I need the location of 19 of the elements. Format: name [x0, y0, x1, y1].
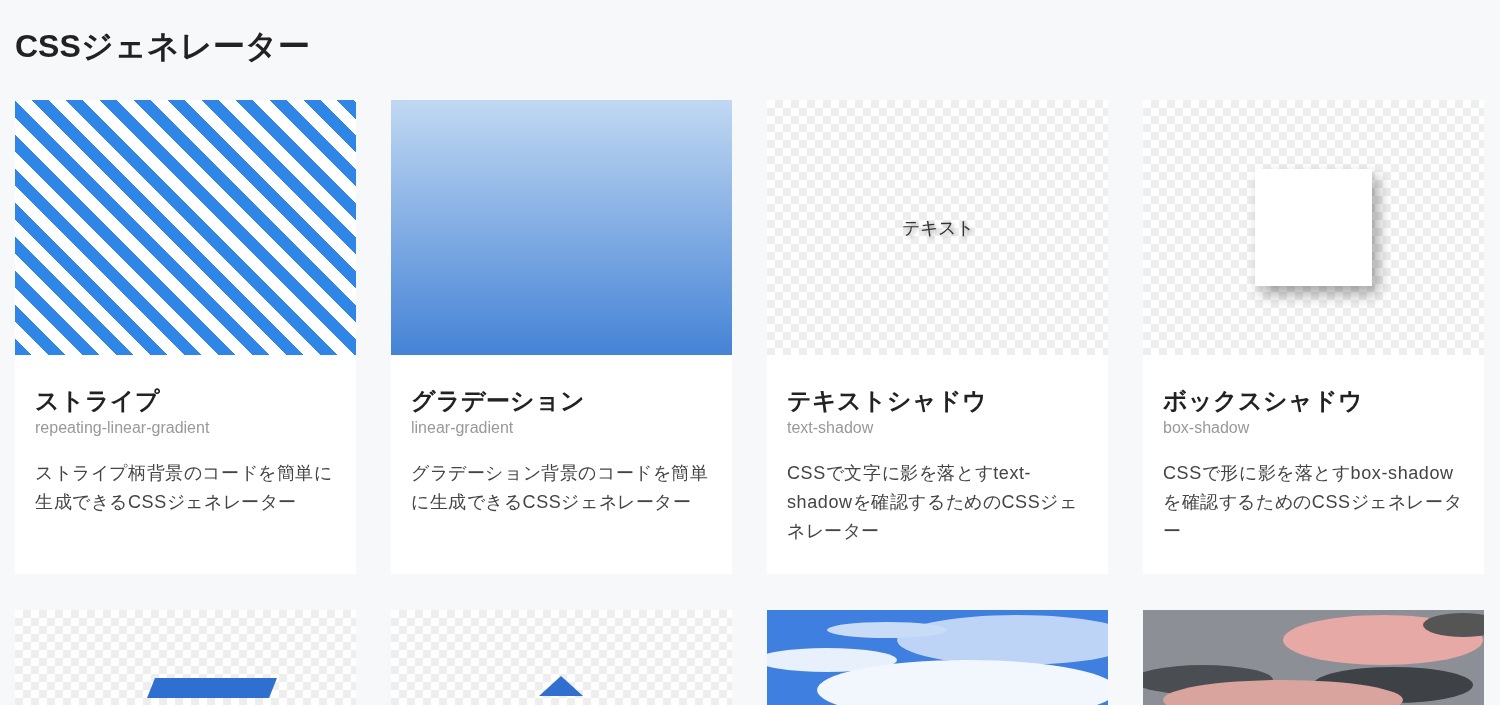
card-description: CSSで形に影を落とすbox-shadowを確認するためのCSSジェネレーター: [1163, 462, 1464, 543]
card-subtitle: box-shadow: [1163, 418, 1251, 438]
generator-card[interactable]: グラデーション linear-gradient グラデーション背景のコードを簡単に生成できるCSSジェネレーター: [391, 100, 732, 574]
card-subtitle: repeating-linear-gradient: [35, 418, 211, 438]
generator-card[interactable]: ボックスシャドウ box-shadow CSSで形に影を落とすbox-shadowを確認するためのCSSジェネレーター: [1143, 100, 1484, 574]
preview-text: テキスト: [901, 216, 974, 240]
card-title: テキストシャドウ: [787, 386, 988, 416]
card-title: ボックスシャドウ: [1163, 386, 1364, 416]
card-description: ストライプ柄背景のコードを簡単に生成できるCSSジェネレーター: [35, 462, 334, 514]
card-description: グラデーション背景のコードを簡単に生成できるCSSジェネレーター: [411, 462, 710, 514]
page-title: CSSジェネレーター: [15, 27, 311, 66]
card-description: CSSで文字に影を落とすtext-shadowを確認するためのCSSジェネレーター: [787, 462, 1079, 543]
triangle-shape: [539, 676, 583, 696]
card-title: ストライプ: [35, 386, 161, 416]
card-subtitle: text-shadow: [787, 418, 875, 438]
generator-card[interactable]: ストライプ repeating-linear-gradient ストライプ柄背景のコードを簡単に生成できるCSSジェネレーター: [15, 100, 356, 574]
card-title: グラデーション: [411, 386, 586, 416]
card-subtitle: linear-gradient: [411, 418, 515, 438]
generator-card[interactable]: テキスト テキストシャドウ text-shadow CSSで文字に影を落とすtext-shadowを確認するためのCSSジェネレーター: [767, 100, 1108, 574]
